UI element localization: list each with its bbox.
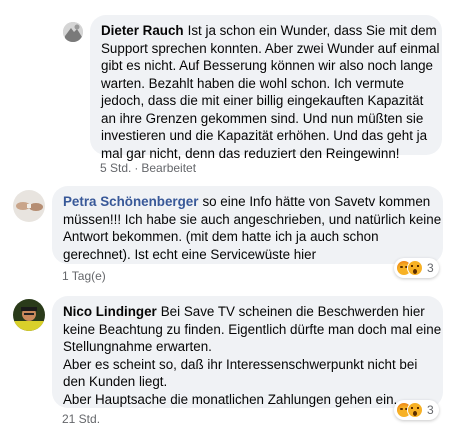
comment-text-line: Ist ja schon ein Wunder, dass Sie mit de… (187, 23, 437, 38)
comment-author[interactable]: Nico Lindinger (63, 304, 157, 319)
comment-bubble: Nico Lindinger Bei Save TV scheinen die B… (52, 296, 443, 408)
comment-text-line: jedoch, dass die mit einer billig eingek… (101, 93, 424, 108)
comment-text-line: Bei Save TV scheinen die Beschwerden hie… (160, 304, 425, 319)
reactions-summary[interactable]: 3 (394, 258, 439, 278)
comment-text-line: den Kunden liegt. (63, 374, 168, 389)
comment-text-line: warten. Bezahlt haben die wohl schon. Ic… (101, 75, 404, 91)
avatar-image (13, 299, 45, 331)
comment-text-line: Stellungnahme erwarten. (63, 339, 212, 354)
comment-text-line: keine Beachtung zu finden. Eigentlich dü… (63, 321, 442, 337)
comment-timestamp[interactable]: 1 Tag(e) (62, 269, 106, 283)
reactions-summary[interactable]: 3 (394, 400, 439, 420)
comment-text-line: Antwort bekommen. (mit dem hatte ich ja … (63, 229, 379, 244)
comment-bubble: Dieter Rauch Ist ja schon ein Wunder, das… (90, 15, 442, 161)
comment-timestamp[interactable]: 21 Std. (62, 412, 100, 426)
comment-meta: 5 Std. · Bearbeitet (100, 161, 196, 175)
avatar-image (63, 22, 83, 42)
comment-text-line: müssen!!! Ich habe sie auch angeschriebe… (63, 211, 442, 227)
avatar[interactable] (13, 190, 45, 222)
wow-reaction-icon (407, 402, 423, 418)
avatar[interactable] (63, 22, 83, 42)
comment-meta: 1 Tag(e) (62, 269, 106, 283)
comment-bubble: Petra Schönenberger so eine Info hätte vo… (52, 186, 443, 264)
comment-text-line: Aber Hauptsache die monatlichen Zahlunge… (63, 391, 398, 407)
edited-label[interactable]: Bearbeitet (141, 161, 196, 175)
comment-author[interactable]: Dieter Rauch (101, 23, 184, 38)
comment-text-line: Aber es scheint so, daß ihr Interessensc… (63, 356, 418, 372)
comment-timestamp[interactable]: 5 Std. (100, 161, 131, 175)
reaction-count: 3 (427, 261, 434, 275)
comment-text-line: gibt es nicht. Auf Besserung können wir … (101, 58, 433, 73)
comment-text-line: Support sprechen konnten. Aber zwei Wund… (101, 40, 440, 56)
meta-separator: · (134, 161, 139, 175)
comment-text-line: gerechnet). Ist echt eine Servicewüste h… (63, 246, 317, 262)
wow-reaction-icon (407, 260, 423, 276)
comment-text-line: so eine Info hätte von Savetv kommen (202, 194, 431, 209)
reaction-count: 3 (427, 403, 434, 417)
comment-text-line: an ihre Grenzen gekommen sind. Und nun m… (101, 110, 424, 126)
comment-author[interactable]: Petra Schönenberger (63, 194, 198, 209)
avatar-image (13, 190, 45, 222)
comment-meta: 21 Std. (62, 412, 100, 426)
comment-text-line: mal gar nicht, denn das reduziert den Re… (101, 145, 400, 161)
avatar[interactable] (13, 299, 45, 331)
comment-text-line: investieren und die Kapazität erhöhen. U… (101, 128, 428, 143)
